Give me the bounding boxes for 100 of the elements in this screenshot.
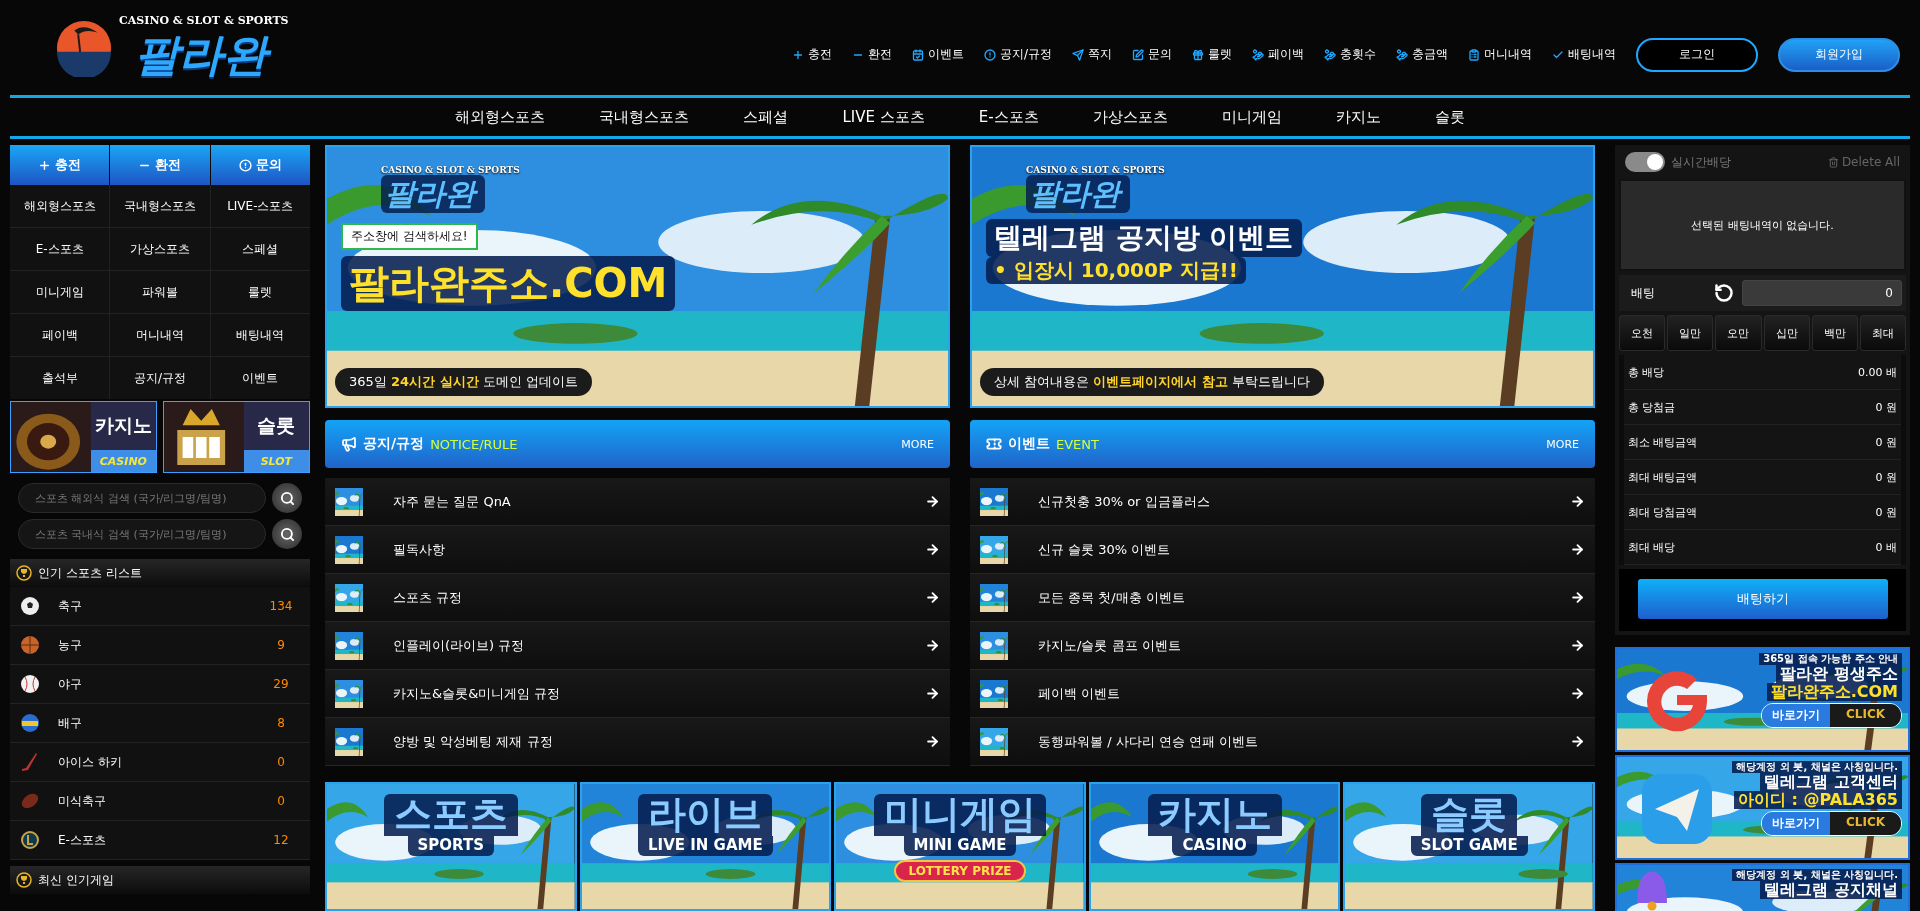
board-list-item[interactable]: 모든 종목 첫/매충 이벤트 [970,574,1595,622]
header-menu-link[interactable]: 환전 [851,46,892,63]
nav-link[interactable]: 슬롯 [1407,107,1492,127]
search-button[interactable] [272,519,302,549]
board-list-item[interactable]: 동행파워볼 / 사다리 연승 연패 이벤트 [970,718,1595,766]
sidebar-link[interactable]: 스페셜 [210,228,310,270]
header-menu-link[interactable]: 머니내역 [1468,46,1532,63]
amount-chip-button[interactable]: 오천 [1619,315,1666,351]
arrow-right-icon [925,542,940,557]
board-list-item[interactable]: 신규 슬롯 30% 이벤트 [970,526,1595,574]
header-menu-link[interactable]: 문의 [1132,46,1172,63]
sidebar-link[interactable]: 룰렛 [210,271,310,313]
bet-amount-field[interactable]: 0 [1742,280,1902,306]
stat-value: 0 원 [1875,434,1897,450]
stat-label: 총 당첨금 [1628,399,1676,415]
sport-list-item[interactable]: 배구 8 [10,704,310,743]
quick-action-button[interactable]: 환전 [110,145,210,185]
side-banner-text: 해당계정 외 봇, 채널은 사칭입니다. [1732,761,1902,773]
login-button[interactable]: 로그인 [1636,37,1758,72]
game-tile[interactable]: 카지노 CASINO [1088,782,1341,911]
signup-button[interactable]: 회원가입 [1778,37,1900,72]
board-list-item[interactable]: 양방 및 악성베팅 제재 규정 [325,718,950,766]
header-menu-link[interactable]: 배팅내역 [1552,46,1616,63]
sport-list-item[interactable]: 아이스 하키 0 [10,743,310,782]
nav-link[interactable]: 카지노 [1308,107,1408,127]
sidebar-link[interactable]: E-스포츠 [10,228,110,270]
amount-chip-button[interactable]: 최대 [1859,315,1906,351]
header-menu-link[interactable]: 쪽지 [1072,46,1112,63]
header-menu-link[interactable]: 페이백 [1252,46,1304,63]
amount-chip-button[interactable]: 일만 [1667,315,1714,351]
ticket-icon [986,436,1002,452]
sport-list-item[interactable]: E-스포츠 12 [10,821,310,860]
header-menu-link[interactable]: 충전 [791,46,832,63]
sidebar-link[interactable]: 미니게임 [10,271,110,313]
game-tile[interactable]: 슬롯 SLOT GAME [1343,782,1595,911]
board-list-item[interactable]: 필독사항 [325,526,950,574]
nav-link[interactable]: 국내형스포츠 [572,107,717,127]
nav-link[interactable]: 스페셜 [716,107,816,127]
sport-list-item[interactable]: 농구 9 [10,626,310,665]
side-banner[interactable]: 해당계정 외 봇, 채널은 사칭입니다. 텔레그램 고객센터 아이디 : @PALA365 바로가기 CLICK [1615,755,1910,860]
sport-list-item[interactable]: 야구 29 [10,665,310,704]
quick-action-button[interactable]: 충전 [10,145,110,185]
game-tile-subtitle: LIVE IN GAME [638,835,773,856]
sidebar-link[interactable]: 가상스포츠 [110,228,210,270]
search-icon [279,526,295,542]
header-menu-link[interactable]: 룰렛 [1192,46,1232,63]
search-button[interactable] [272,483,302,513]
sidebar-link[interactable]: 배팅내역 [210,314,310,356]
header-menu-link[interactable]: 이벤트 [911,46,964,63]
game-tile[interactable]: 스포츠 SPORTS [325,782,577,911]
nav-link[interactable]: 미니게임 [1194,107,1309,127]
amount-chip-button[interactable]: 백만 [1811,315,1858,351]
nav-link[interactable]: E-스포츠 [951,107,1066,127]
sidebar-link[interactable]: 이벤트 [210,357,310,399]
sidebar-link[interactable]: 머니내역 [110,314,210,356]
reset-icon[interactable] [1714,283,1734,303]
nav-link[interactable]: LIVE 스포츠 [815,107,952,127]
board-list-item[interactable]: 인플레이(라이브) 규정 [325,622,950,670]
alert-icon [983,48,996,61]
header-menu-link[interactable]: 충금액 [1396,46,1448,63]
board-subtitle: NOTICE/RULE [430,436,519,452]
header-menu-link[interactable]: 충횟수 [1324,46,1376,63]
header-menu-link[interactable]: 공지/규정 [983,46,1052,63]
nav-link[interactable]: 가상스포츠 [1065,107,1195,127]
board-list-item[interactable]: 신규첫충 30% or 입금플러스 [970,478,1595,526]
quick-action-button[interactable]: 문의 [210,145,310,185]
game-card[interactable]: 슬롯 SLOT [163,401,310,473]
promo-banner[interactable]: CASINO & SLOT & SPORTS 팔라완 주소창에 검색하세요! 팔라완주소.COM 365일 24시간 실시간 도메인 업데이트 [325,145,950,408]
game-tile[interactable]: 미니게임 MINI GAME LOTTERY PRIZE [834,782,1086,911]
more-link[interactable]: MORE [901,437,934,451]
logo-text[interactable]: 팔라완 [130,26,277,82]
side-banner[interactable]: 365일 접속 가능한 주소 안내 팔라완 평생주소 팔라완주소.COM 바로가기 CLICK [1615,647,1910,752]
board-list-item[interactable]: 카지노&슬롯&미니게임 규정 [325,670,950,718]
sport-list-item[interactable]: 축구 134 [10,587,310,626]
basketball-icon [20,635,40,655]
sidebar-link[interactable]: 페이백 [10,314,110,356]
board-list-item[interactable]: 스포츠 규정 [325,574,950,622]
place-bet-button[interactable]: 배팅하기 [1637,579,1888,619]
side-banner[interactable]: 해당계정 외 봇, 채널은 사칭입니다. 텔레그램 공지채널 [1615,863,1910,911]
more-link[interactable]: MORE [1546,437,1579,451]
sidebar-link[interactable]: 국내형스포츠 [110,185,210,227]
sidebar-link[interactable]: LIVE-스포츠 [210,185,310,227]
nav-link[interactable]: 해외형스포츠 [428,107,573,127]
sidebar-link[interactable]: 출석부 [10,357,110,399]
board-list-item[interactable]: 카지노/슬롯 콤프 이벤트 [970,622,1595,670]
game-card[interactable]: 카지노 CASINO [10,401,157,473]
amount-chip-button[interactable]: 십만 [1763,315,1810,351]
search-field[interactable]: 스포츠 국내식 검색 (국가/리그명/팀명) [18,519,266,549]
amount-chip-button[interactable]: 오만 [1715,315,1762,351]
promo-banner[interactable]: CASINO & SLOT & SPORTS 팔라완 텔레그램 공지방 이벤트 • 입장시 10,000P 지급!! 상세 참여내용은 이벤트페이지에서 참고 부탁드립니다 [970,145,1595,408]
game-tile[interactable]: 라이브 LIVE IN GAME [579,782,832,911]
toggle-switch[interactable] [1625,152,1665,172]
board-list-item[interactable]: 페이백 이벤트 [970,670,1595,718]
sidebar-link[interactable]: 파워볼 [110,271,210,313]
baseball-icon [20,674,40,694]
sidebar-link[interactable]: 공지/규정 [110,357,210,399]
board-list-item[interactable]: 자주 묻는 질문 QnA [325,478,950,526]
sidebar-link[interactable]: 해외형스포츠 [10,185,110,227]
sport-list-item[interactable]: 미식축구 0 [10,782,310,821]
search-field[interactable]: 스포츠 해외식 검색 (국가/리그명/팀명) [18,483,266,513]
